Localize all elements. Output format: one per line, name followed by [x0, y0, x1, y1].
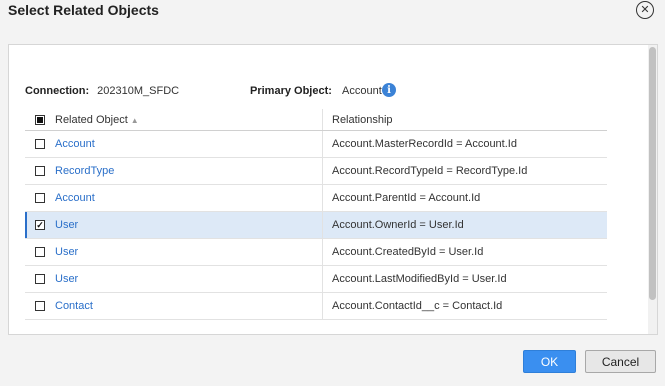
select-related-objects-dialog: Select Related Objects ✕ Connection: 202… — [0, 0, 665, 386]
ok-button[interactable]: OK — [523, 350, 576, 373]
table-row[interactable]: RecordType Account.RecordTypeId = RecordT… — [25, 158, 607, 185]
connection-info: Connection: 202310M_SFDC Primary Object:… — [25, 83, 396, 99]
sort-ascending-icon: ▲ — [130, 115, 139, 125]
column-divider — [322, 266, 323, 292]
related-object-link[interactable]: User — [55, 273, 78, 285]
relationship-text: Account.ContactId__c = Contact.Id — [332, 300, 503, 312]
related-object-link[interactable]: Contact — [55, 300, 93, 312]
relationship-text: Account.ParentId = Account.Id — [332, 192, 481, 204]
column-header-relationship[interactable]: Relationship — [332, 114, 393, 126]
row-checkbox[interactable] — [35, 220, 45, 230]
relationship-text: Account.CreatedById = User.Id — [332, 246, 484, 258]
related-object-link[interactable]: User — [55, 246, 78, 258]
dialog-title: Select Related Objects — [8, 2, 159, 18]
column-label-related-object: Related Object — [55, 113, 128, 126]
column-divider — [322, 239, 323, 265]
related-object-link[interactable]: RecordType — [55, 165, 114, 177]
related-object-link[interactable]: User — [55, 219, 78, 231]
row-checkbox[interactable] — [35, 247, 45, 257]
related-object-link[interactable]: Account — [55, 192, 95, 204]
column-divider — [322, 158, 323, 184]
column-divider — [322, 185, 323, 211]
column-divider — [322, 293, 323, 319]
table-row[interactable]: User Account.LastModifiedById = User.Id — [25, 266, 607, 293]
row-checkbox[interactable] — [35, 301, 45, 311]
column-header-related-object[interactable]: Related Object ▲ — [55, 114, 139, 126]
primary-object-value: Account — [342, 85, 382, 97]
column-divider — [322, 131, 323, 157]
table-row[interactable]: Contact Account.ContactId__c = Contact.Id — [25, 293, 607, 320]
close-icon[interactable]: ✕ — [636, 1, 654, 19]
relationship-text: Account.MasterRecordId = Account.Id — [332, 138, 517, 150]
relationship-text: Account.OwnerId = User.Id — [332, 219, 464, 231]
relationship-text: Account.RecordTypeId = RecordType.Id — [332, 165, 528, 177]
row-checkbox[interactable] — [35, 193, 45, 203]
scrollbar[interactable] — [648, 45, 657, 334]
table-row[interactable]: User Account.OwnerId = User.Id — [25, 212, 607, 239]
select-all-checkbox[interactable] — [35, 114, 45, 125]
primary-object-label: Primary Object: — [250, 85, 332, 97]
row-checkbox[interactable] — [35, 139, 45, 149]
related-object-link[interactable]: Account — [55, 138, 95, 150]
row-checkbox[interactable] — [35, 274, 45, 284]
table-header: Related Object ▲ Relationship — [25, 109, 607, 131]
table-row[interactable]: Account Account.MasterRecordId = Account.… — [25, 131, 607, 158]
connection-value: 202310M_SFDC — [97, 85, 180, 97]
column-divider — [322, 212, 323, 238]
relationship-text: Account.LastModifiedById = User.Id — [332, 273, 507, 285]
cancel-button[interactable]: Cancel — [585, 350, 656, 373]
table-row[interactable]: Account Account.ParentId = Account.Id — [25, 185, 607, 212]
scrollbar-thumb[interactable] — [649, 47, 656, 300]
content-panel: Connection: 202310M_SFDC Primary Object:… — [8, 44, 658, 335]
related-objects-table: Related Object ▲ Relationship Account Acco… — [25, 109, 607, 320]
row-checkbox[interactable] — [35, 166, 45, 176]
column-divider — [322, 109, 323, 130]
table-row[interactable]: User Account.CreatedById = User.Id — [25, 239, 607, 266]
info-icon[interactable]: i — [382, 83, 396, 97]
connection-label: Connection: — [25, 85, 90, 97]
